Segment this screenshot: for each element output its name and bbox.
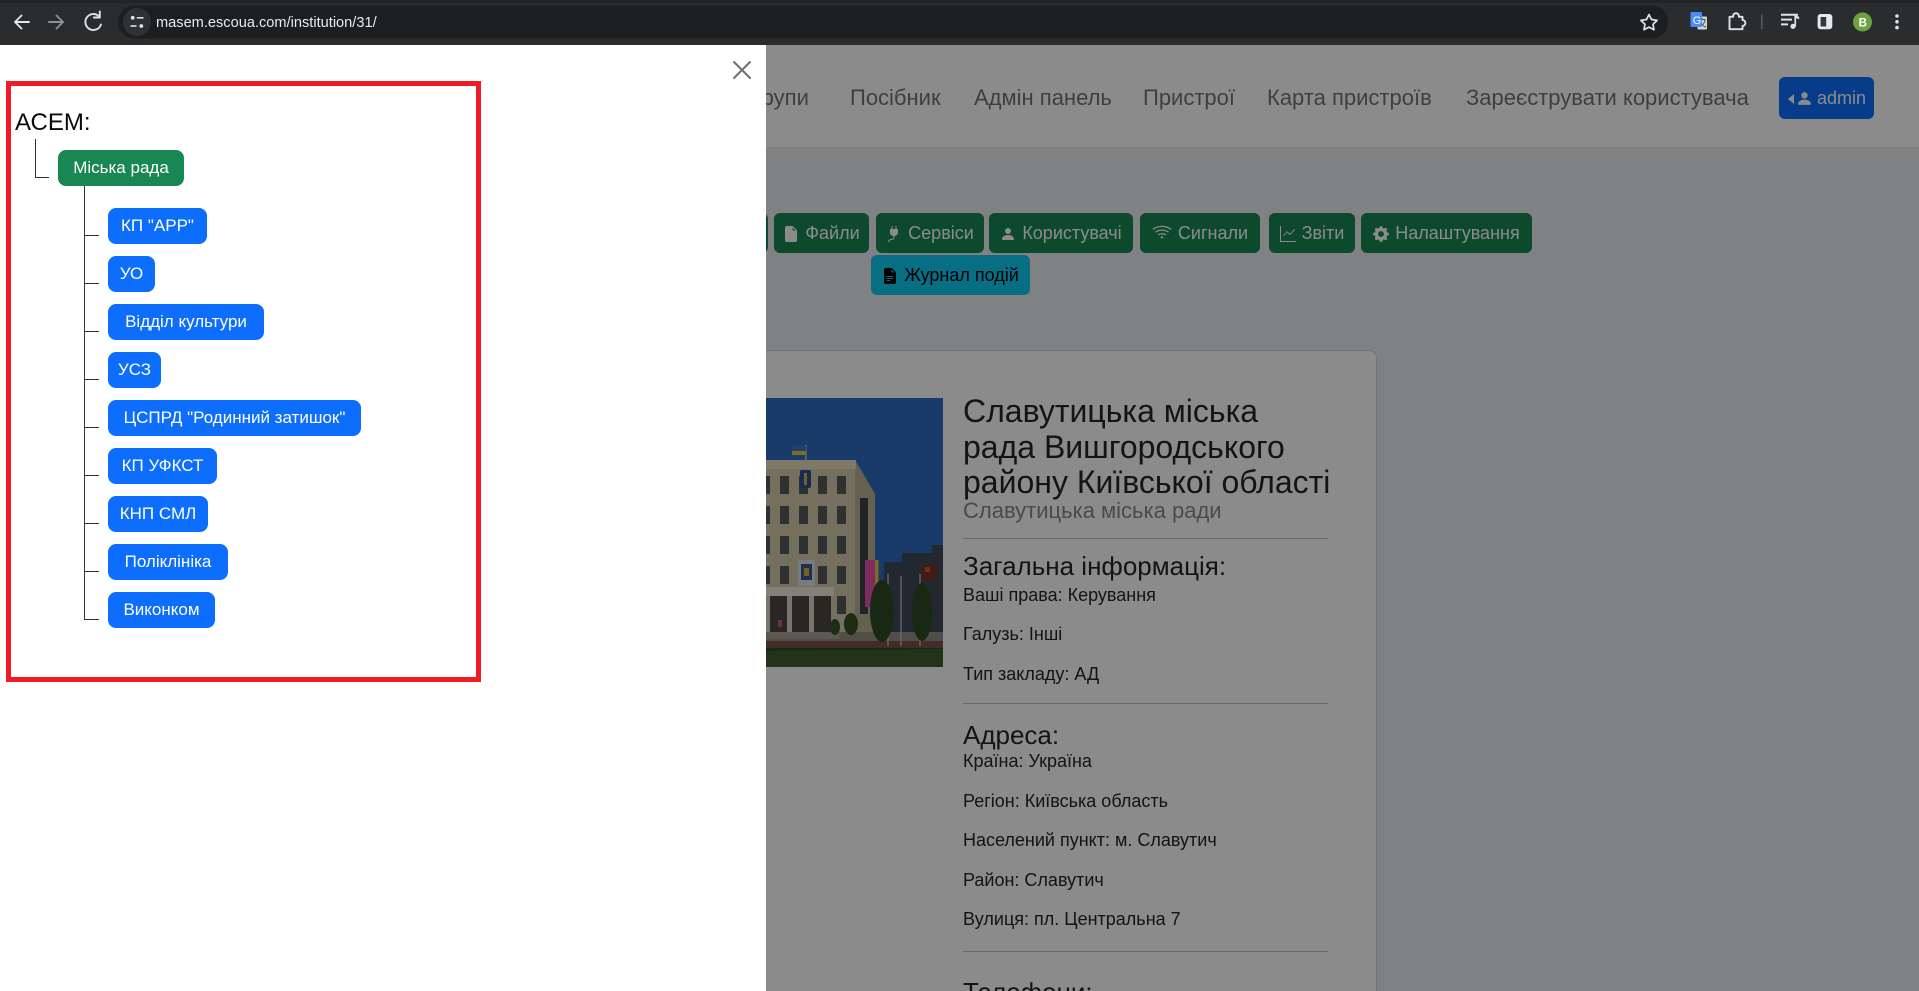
svg-text:B: B xyxy=(1859,17,1867,29)
svg-text:G: G xyxy=(1693,15,1702,27)
svg-text:masem.escoua.com/institution/3: masem.escoua.com/institution/31/ xyxy=(156,15,378,31)
